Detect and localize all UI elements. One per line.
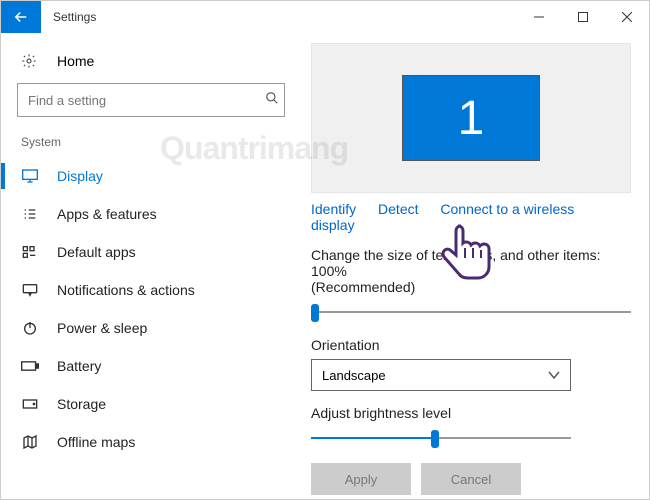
minimize-button[interactable] <box>517 1 561 33</box>
close-button[interactable] <box>605 1 649 33</box>
sidebar-item-offline-maps[interactable]: Offline maps <box>1 423 301 461</box>
minimize-icon <box>534 12 544 22</box>
search-input[interactable] <box>17 83 285 117</box>
identify-link[interactable]: Identify <box>311 201 356 217</box>
grid-icon <box>21 245 39 259</box>
button-row: Apply Cancel <box>311 463 631 495</box>
storage-icon <box>21 397 39 411</box>
sidebar-item-label: Power & sleep <box>57 320 147 336</box>
home-link[interactable]: Home <box>1 43 301 79</box>
home-label: Home <box>57 53 94 69</box>
sidebar-item-label: Storage <box>57 396 106 412</box>
slider-thumb[interactable] <box>431 430 439 448</box>
sidebar-item-notifications[interactable]: Notifications & actions <box>1 271 301 309</box>
sidebar-item-label: Default apps <box>57 244 136 260</box>
sidebar-item-storage[interactable]: Storage <box>1 385 301 423</box>
sidebar-item-label: Display <box>57 168 103 184</box>
apply-button[interactable]: Apply <box>311 463 411 495</box>
battery-icon <box>21 360 39 372</box>
chat-icon <box>21 283 39 297</box>
group-label: System <box>1 131 301 157</box>
maximize-icon <box>578 12 588 22</box>
search-icon <box>265 91 279 105</box>
monitor-number: 1 <box>458 91 485 146</box>
arrow-left-icon <box>12 8 30 26</box>
sidebar: Home System Display Apps & features Defa… <box>1 33 301 499</box>
sidebar-item-label: Apps & features <box>57 206 157 222</box>
scale-label: Change the size of text, apps, and other… <box>311 247 631 295</box>
orientation-value: Landscape <box>322 368 386 383</box>
display-icon <box>21 169 39 183</box>
titlebar: Settings <box>1 1 649 33</box>
scale-slider[interactable] <box>311 301 631 325</box>
window-title: Settings <box>53 10 96 24</box>
sidebar-item-apps-features[interactable]: Apps & features <box>1 195 301 233</box>
list-icon <box>21 207 39 221</box>
sidebar-item-label: Notifications & actions <box>57 282 195 298</box>
sidebar-item-default-apps[interactable]: Default apps <box>1 233 301 271</box>
map-icon <box>21 434 39 450</box>
brightness-slider[interactable] <box>311 427 571 451</box>
main-panel: 1 Identify Detect Connect to a wireless … <box>301 33 649 499</box>
display-preview-area: 1 <box>311 43 631 193</box>
sidebar-item-battery[interactable]: Battery <box>1 347 301 385</box>
chevron-down-icon <box>548 370 560 380</box>
detect-link[interactable]: Detect <box>378 201 418 217</box>
display-links: Identify Detect Connect to a wireless di… <box>311 201 631 233</box>
back-button[interactable] <box>1 1 41 33</box>
slider-thumb[interactable] <box>311 304 319 322</box>
sidebar-item-label: Battery <box>57 358 101 374</box>
cancel-button[interactable]: Cancel <box>421 463 521 495</box>
maximize-button[interactable] <box>561 1 605 33</box>
monitor-tile[interactable]: 1 <box>402 75 540 161</box>
brightness-label: Adjust brightness level <box>311 405 631 421</box>
close-icon <box>622 12 632 22</box>
gear-icon <box>21 53 39 69</box>
search-container <box>1 79 301 131</box>
power-icon <box>21 320 39 336</box>
sidebar-item-display[interactable]: Display <box>1 157 301 195</box>
orientation-select[interactable]: Landscape <box>311 359 571 391</box>
sidebar-item-label: Offline maps <box>57 434 135 450</box>
orientation-label: Orientation <box>311 337 631 353</box>
sidebar-item-power-sleep[interactable]: Power & sleep <box>1 309 301 347</box>
